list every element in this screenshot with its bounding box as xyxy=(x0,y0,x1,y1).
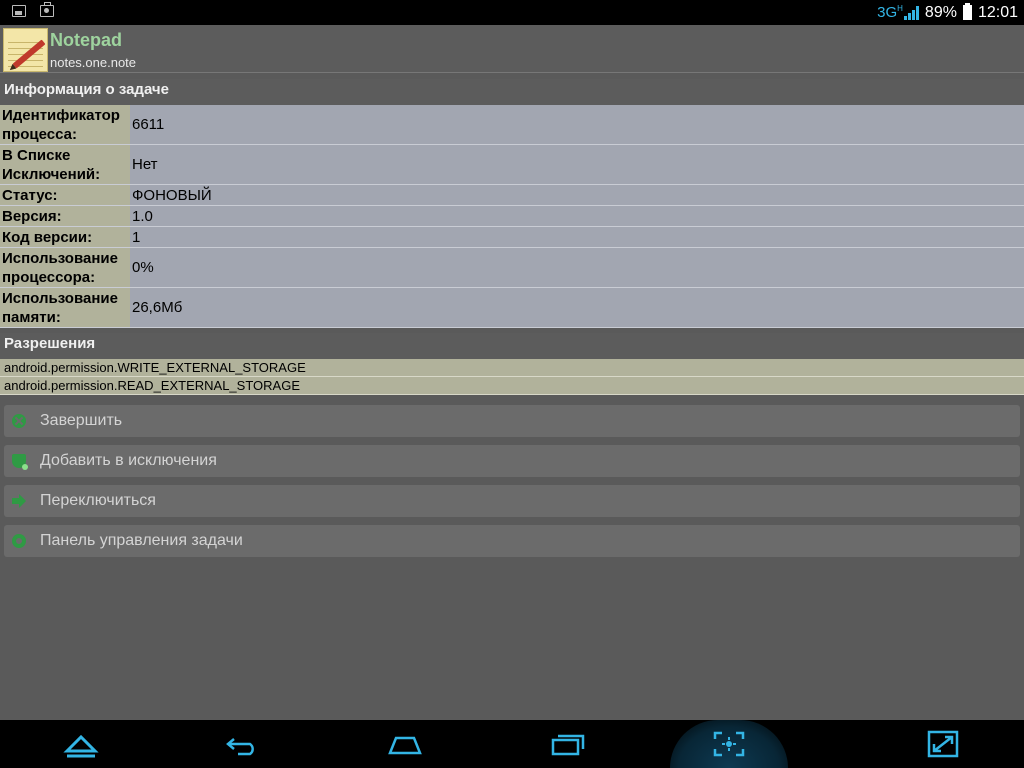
list-item: android.permission.READ_EXTERNAL_STORAGE xyxy=(0,377,1024,395)
row-value: 6611 xyxy=(130,105,1024,144)
row-label: Версия: xyxy=(0,206,130,226)
table-row: Версия: 1.0 xyxy=(0,206,1024,227)
hide-bar-button[interactable] xyxy=(41,720,121,768)
app-package: notes.one.note xyxy=(50,55,137,70)
gear-icon xyxy=(12,534,26,548)
row-value: 1 xyxy=(130,227,1024,247)
notification-icons xyxy=(12,2,54,17)
home-button[interactable] xyxy=(365,720,445,768)
app-name: Notepad xyxy=(50,30,122,50)
image-icon xyxy=(12,5,26,17)
table-row: Код версии: 1 xyxy=(0,227,1024,248)
task-control-panel-button[interactable]: Панель управления задачи xyxy=(4,525,1020,557)
row-label: Использование памяти: xyxy=(0,288,130,327)
switch-to-button[interactable]: Переключиться xyxy=(4,485,1020,517)
bag-icon xyxy=(40,2,54,17)
close-circle-icon xyxy=(12,414,26,428)
table-row: Идентификатор процесса: 6611 xyxy=(0,105,1024,145)
system-indicators: 3GH 89% 12:01 xyxy=(877,3,1018,22)
task-info-header: Информация о задаче xyxy=(0,79,1024,105)
table-row: Статус: ФОНОВЫЙ xyxy=(0,185,1024,206)
navigation-bar xyxy=(0,720,1024,768)
task-info-table: Идентификатор процесса: 6611 В Списке Ис… xyxy=(0,105,1024,328)
button-label: Панель управления задачи xyxy=(40,532,243,549)
action-list: Завершить Добавить в исключения Переключ… xyxy=(4,405,1020,565)
end-task-button[interactable]: Завершить xyxy=(4,405,1020,437)
table-row: В Списке Исключений: Нет xyxy=(0,145,1024,185)
screenshot-icon xyxy=(713,731,745,757)
hide-bar-icon xyxy=(63,734,99,758)
back-icon xyxy=(226,738,254,756)
row-value: 26,6Мб xyxy=(130,288,1024,327)
row-label: Идентификатор процесса: xyxy=(0,105,130,144)
row-label: Использование процессора: xyxy=(0,248,130,287)
fullscreen-icon xyxy=(927,730,959,758)
row-label: В Списке Исключений: xyxy=(0,145,130,184)
button-label: Добавить в исключения xyxy=(40,452,217,469)
home-icon xyxy=(388,736,422,755)
permissions-list: android.permission.WRITE_EXTERNAL_STORAG… xyxy=(0,359,1024,395)
network-type: 3GH xyxy=(877,4,903,21)
shield-icon xyxy=(12,454,28,470)
screenshot-button[interactable] xyxy=(689,720,769,768)
fullscreen-button[interactable] xyxy=(903,720,983,768)
recents-button[interactable] xyxy=(528,720,608,768)
row-value: 0% xyxy=(130,248,1024,287)
row-value: Нет xyxy=(130,145,1024,184)
permissions-header: Разрешения xyxy=(0,333,1024,359)
button-label: Завершить xyxy=(40,412,123,429)
recents-icon xyxy=(551,734,585,756)
arrow-right-icon xyxy=(12,494,26,508)
list-item: android.permission.WRITE_EXTERNAL_STORAG… xyxy=(0,359,1024,377)
battery-icon xyxy=(962,3,972,20)
row-label: Код версии: xyxy=(0,227,130,247)
notepad-app-icon xyxy=(3,28,48,72)
button-label: Переключиться xyxy=(40,492,156,509)
back-button[interactable] xyxy=(202,720,282,768)
table-row: Использование памяти: 26,6Мб xyxy=(0,288,1024,328)
row-value: ФОНОВЫЙ xyxy=(130,185,1024,205)
row-label: Статус: xyxy=(0,185,130,205)
app-header: Notepad notes.one.note xyxy=(0,25,1024,73)
row-value: 1.0 xyxy=(130,206,1024,226)
battery-percent: 89% xyxy=(924,3,957,21)
table-row: Использование процессора: 0% xyxy=(0,248,1024,288)
status-bar: 3GH 89% 12:01 xyxy=(0,0,1024,25)
add-to-exceptions-button[interactable]: Добавить в исключения xyxy=(4,445,1020,477)
clock: 12:01 xyxy=(977,3,1018,21)
signal-icon xyxy=(903,5,919,20)
